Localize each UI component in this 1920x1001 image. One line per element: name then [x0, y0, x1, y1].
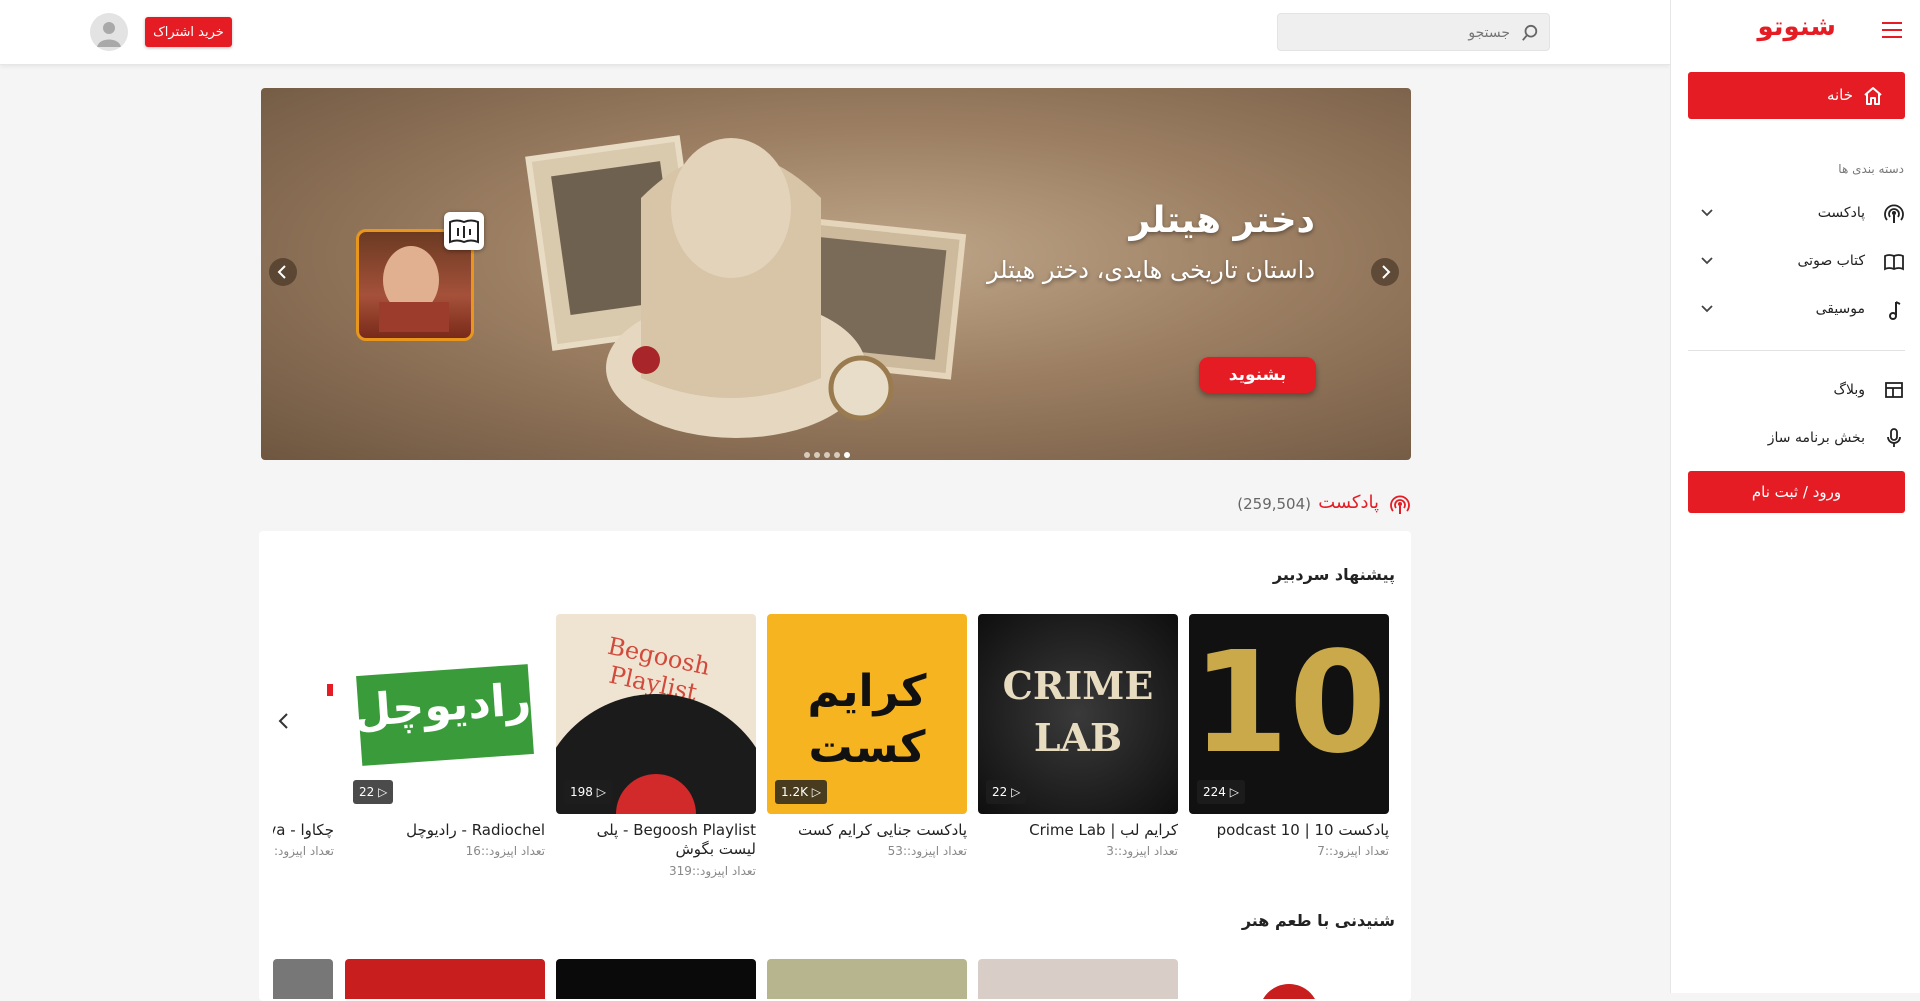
card-title[interactable]: پادکست جنایی کرایم کست [767, 821, 967, 840]
section-title-label: پادکست [1318, 492, 1379, 513]
sidebar-item-home[interactable]: خانه [1688, 72, 1905, 119]
audiobook-badge-icon [444, 212, 484, 250]
banner-next-button[interactable] [1371, 258, 1399, 286]
card-title[interactable]: چکاوا - va [273, 821, 334, 840]
sidebar: شنوتو خانه دسته بندی ها پادکست کتاب صوتی [1670, 0, 1920, 993]
episode-badge: 224 ▷ [1197, 780, 1245, 804]
card-title[interactable]: Radiochel - رادیوچل [345, 821, 545, 840]
chevron-right-icon [1382, 265, 1391, 279]
editors-pick-carousel: 10 224 ▷ پادکست 10 | podcast 10 تعداد اپ… [273, 614, 1399, 914]
search-icon[interactable] [1521, 24, 1539, 42]
top-bar: خرید اشتراک [0, 0, 1670, 65]
card-episode-count: تعداد اپیزود::319 [669, 864, 756, 878]
chevron-down-icon[interactable] [1700, 205, 1714, 219]
home-icon [1864, 87, 1882, 105]
badge-value: 224 [1203, 785, 1226, 799]
card-title[interactable]: پادکست 10 | podcast 10 [1189, 821, 1389, 840]
sidebar-item-blog[interactable]: وبلاگ [1688, 373, 1905, 409]
book-icon [1884, 254, 1904, 271]
badge-value: 22 [992, 785, 1008, 799]
sidebar-item-podcast[interactable]: پادکست [1688, 193, 1905, 233]
content-panel: پیشنهاد سردبیر 10 224 ▷ پادکست 10 | podc… [259, 531, 1411, 1001]
episode-badge: 198 ▷ [564, 780, 612, 804]
carousel-dots[interactable] [804, 443, 854, 460]
row2-tile[interactable] [345, 959, 545, 999]
banner-subtitle: داستان تاریخی هایدی، دختر هیتلر [986, 256, 1315, 284]
row2-tile[interactable] [978, 959, 1178, 999]
badge-value: 198 [570, 785, 593, 799]
search-box[interactable] [1277, 13, 1550, 52]
cover-text: کرایم کست [807, 666, 927, 773]
card-episode-count: تعداد اپیزود::3 [1106, 844, 1178, 858]
card-episode-count: تعداد اپیزود::16 [465, 844, 545, 858]
row-title-editors-pick: پیشنهاد سردبیر [1272, 565, 1395, 584]
categories-heading: دسته بندی ها [1838, 162, 1904, 176]
sidebar-item-audiobook[interactable]: کتاب صوتی [1688, 241, 1905, 281]
user-icon [97, 22, 121, 47]
card-episode-count: تعداد اپیزود: [273, 844, 334, 858]
chevron-left-icon [277, 265, 286, 279]
search-input[interactable] [1288, 14, 1512, 52]
chevron-down-icon[interactable] [1700, 301, 1714, 315]
sidebar-item-music[interactable]: موسیقی [1688, 289, 1905, 329]
episode-badge: 22 ▷ [986, 780, 1027, 804]
card-episode-count: تعداد اپیزود::53 [887, 844, 967, 858]
carousel-dot[interactable] [804, 452, 810, 458]
sidebar-divider [1688, 350, 1905, 351]
carousel-dot[interactable] [814, 452, 820, 458]
section-item-count: (259,504) [1237, 495, 1311, 513]
badge-value: 22 [359, 785, 375, 799]
sidebar-item-label: بخش برنامه ساز [1767, 430, 1865, 446]
sidebar-item-label: وبلاگ [1833, 382, 1865, 398]
microphone-icon [1887, 428, 1901, 447]
episode-badge: 22 ▷ [353, 780, 394, 804]
banner-prev-button[interactable] [269, 258, 297, 286]
music-note-icon [1889, 301, 1901, 320]
podcast-icon [1390, 495, 1410, 514]
chevron-left-icon[interactable] [272, 709, 296, 733]
cover-text: CRIME LAB [1002, 663, 1154, 760]
episode-badge: 1.2K ▷ [775, 780, 827, 804]
listen-button[interactable]: بشنوید [1199, 357, 1316, 393]
art-taste-carousel [273, 959, 1399, 999]
sidebar-item-creator[interactable]: بخش برنامه ساز [1688, 421, 1905, 457]
row2-tile[interactable] [273, 959, 333, 999]
card-title[interactable]: Begoosh Playlist - پلی لیست بگوش [556, 821, 756, 859]
row2-tile[interactable] [1259, 984, 1319, 999]
sidebar-item-label: موسیقی [1815, 301, 1865, 317]
row2-tile[interactable] [556, 959, 756, 999]
row2-tile[interactable] [767, 959, 967, 999]
badge-value: 1.2K [781, 785, 808, 799]
carousel-dot[interactable] [834, 452, 840, 458]
buy-subscription-button[interactable]: خرید اشتراک [145, 17, 232, 47]
avatar[interactable] [90, 13, 128, 51]
card-title[interactable]: کرایم لب | Crime Lab [978, 821, 1178, 840]
hero-banner[interactable]: دختر هیتلر داستان تاریخی هایدی، دختر هیت… [261, 88, 1411, 460]
cover-text: 10 [1191, 622, 1387, 785]
podcast-icon [1884, 204, 1904, 223]
row-title-art-taste: شنیدنی با طعم هنر [1241, 911, 1395, 930]
carousel-dot[interactable] [844, 452, 850, 458]
sidebar-item-label: پادکست [1817, 205, 1865, 221]
sidebar-item-label: کتاب صوتی [1797, 253, 1865, 269]
home-label: خانه [1826, 86, 1853, 104]
blog-icon [1885, 382, 1903, 398]
banner-title: دختر هیتلر [1129, 200, 1315, 241]
carousel-dot[interactable] [824, 452, 830, 458]
hamburger-menu-icon[interactable] [1882, 22, 1902, 38]
login-signup-button[interactable]: ورود / ثبت نام [1688, 471, 1905, 513]
card-episode-count: تعداد اپیزود::7 [1317, 844, 1389, 858]
logo[interactable]: شنوتو [1757, 12, 1836, 42]
chevron-down-icon[interactable] [1700, 253, 1714, 267]
cover-fragment [327, 684, 333, 696]
